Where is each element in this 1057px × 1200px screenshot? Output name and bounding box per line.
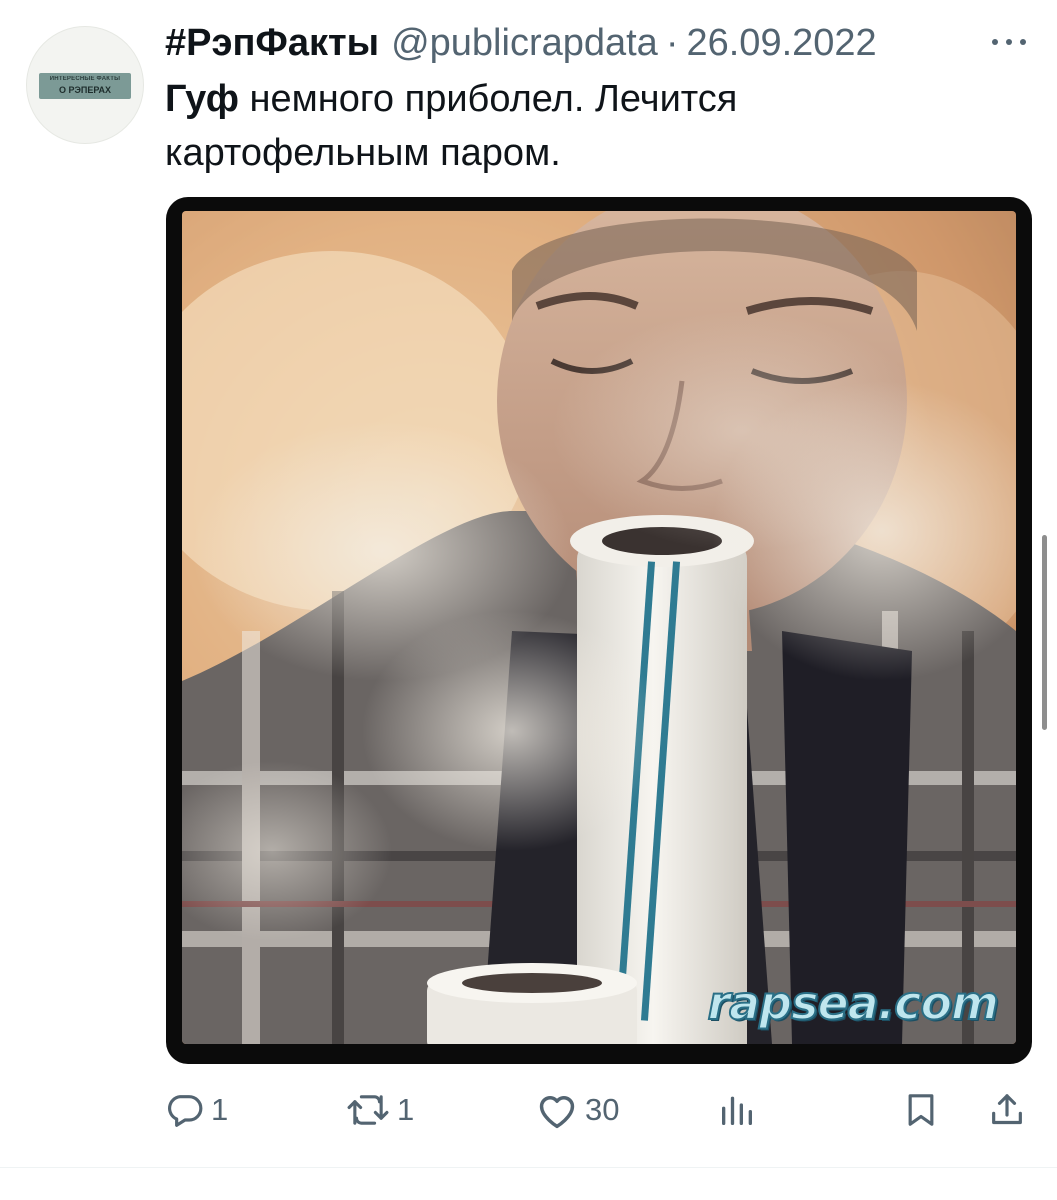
header-separator: ·: [665, 22, 679, 64]
scrollbar[interactable]: [1042, 535, 1047, 730]
tweet-photo[interactable]: rapsea.com: [182, 211, 1016, 1044]
tweet-text-bold: Гуф: [165, 78, 239, 120]
more-icon[interactable]: [989, 32, 1029, 52]
tweet-date[interactable]: 26.09.2022: [686, 19, 876, 67]
tweet-header: #РэпФакты @publicrapdata · 26.09.2022: [165, 19, 877, 67]
bookmark-button[interactable]: [901, 1085, 941, 1135]
like-button[interactable]: 30: [535, 1085, 619, 1135]
avatar-logo: ИНТЕРЕСНЫЕ ФАКТЫ О РЭПЕРАХ: [39, 73, 131, 99]
views-button[interactable]: [717, 1085, 757, 1135]
photo-watermark: rapsea.com: [706, 976, 1000, 1030]
reply-icon: [165, 1090, 205, 1130]
reply-button[interactable]: 1: [165, 1085, 228, 1135]
avatar-logo-small-text: ИНТЕРЕСНЫЕ ФАКТЫ: [49, 76, 121, 82]
tweet-text: Гуф немного приболел. Лечится картофельн…: [165, 72, 965, 180]
author-display-name[interactable]: #РэпФакты: [165, 19, 379, 67]
like-count: 30: [585, 1092, 620, 1127]
photo-illustration: [182, 211, 1016, 1044]
tweet-media[interactable]: rapsea.com: [166, 197, 1032, 1064]
views-icon: [717, 1090, 757, 1130]
reply-count: 1: [211, 1092, 229, 1127]
retweet-icon: [345, 1090, 391, 1130]
avatar-logo-text: О РЭПЕРАХ: [58, 85, 112, 95]
like-icon: [535, 1090, 579, 1130]
avatar[interactable]: ИНТЕРЕСНЫЕ ФАКТЫ О РЭПЕРАХ: [26, 26, 144, 144]
author-handle[interactable]: @publicrapdata: [391, 19, 658, 67]
bookmark-icon: [901, 1090, 941, 1130]
retweet-count: 1: [397, 1092, 415, 1127]
retweet-button[interactable]: 1: [345, 1085, 414, 1135]
tweet-text-body: немного приболел. Лечится картофельным п…: [165, 78, 738, 174]
tweet: ИНТЕРЕСНЫЕ ФАКТЫ О РЭПЕРАХ #РэпФакты @pu…: [0, 0, 1057, 1168]
share-button[interactable]: [987, 1085, 1027, 1135]
tweet-actions: 1 1 30: [165, 1085, 1033, 1135]
divider: [0, 1167, 1057, 1168]
share-icon: [987, 1090, 1027, 1130]
